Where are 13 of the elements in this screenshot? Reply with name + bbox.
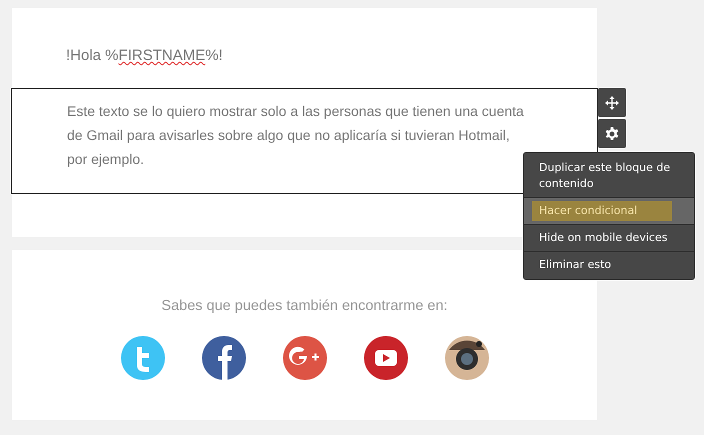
paragraph-text: Este texto se lo quiero mostrar solo a las personas que tienen una cuenta de Gmail para avisarles sobre algo que no aplicaría si tuvieran Hotmail, por ejemplo. (67, 102, 525, 169)
settings-icon (604, 126, 620, 142)
video-play-icon[interactable] (364, 336, 408, 380)
move-icon (604, 94, 620, 110)
camera-icon[interactable] (444, 336, 488, 380)
facebook-icon[interactable] (202, 336, 246, 380)
google-plus-icon[interactable] (282, 336, 326, 380)
move-button[interactable] (598, 88, 626, 117)
footer-text: Sabes que puedes también encontrarme en: (160, 297, 449, 316)
greeting-text: !Hola %FIRSTNAME%! (65, 46, 224, 66)
menu-item[interactable]: Hide on mobile devices (524, 224, 694, 251)
settings-button[interactable] (598, 119, 626, 148)
menu-item[interactable]: Eliminar esto (524, 251, 694, 278)
